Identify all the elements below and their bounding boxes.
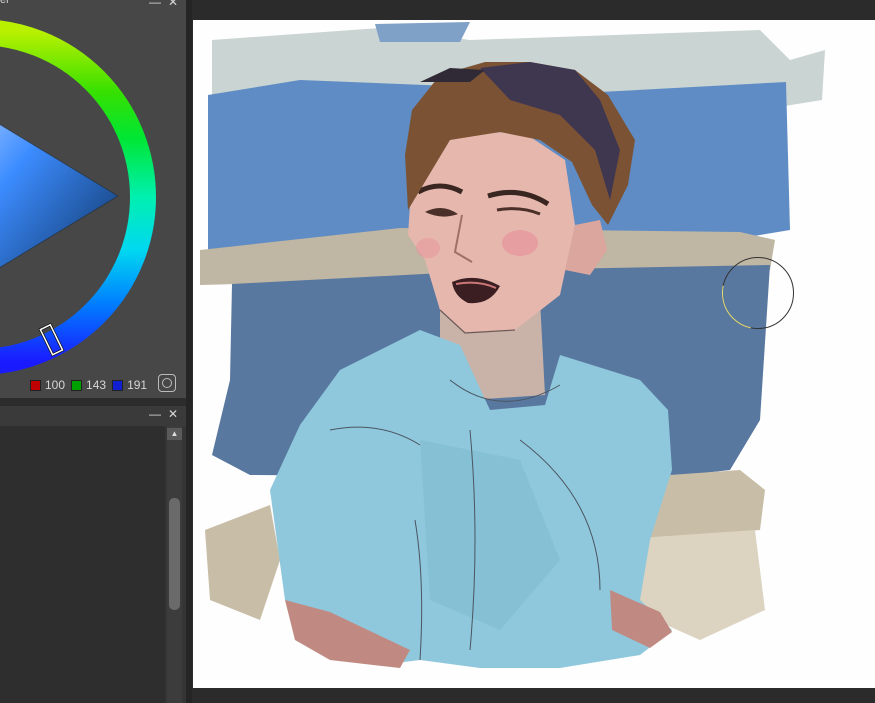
rgb-readout: 100 143 191 xyxy=(30,378,153,392)
painting-artwork xyxy=(200,22,825,668)
scroll-up-icon[interactable]: ▲ xyxy=(167,428,182,440)
green-value: 143 xyxy=(71,378,106,392)
scrollbar[interactable]: ▲ xyxy=(167,426,182,703)
color-wheel-panel: el — ✕ 100 143 191 xyxy=(0,0,186,398)
minimize-icon[interactable]: — xyxy=(148,407,162,421)
lower-panel-body xyxy=(0,426,165,703)
panel-separator xyxy=(0,398,186,406)
scrollbar-thumb[interactable] xyxy=(169,498,180,610)
brush-cursor-icon xyxy=(722,257,794,329)
drawing-canvas[interactable] xyxy=(193,20,875,688)
color-wheel[interactable] xyxy=(0,0,186,375)
close-icon[interactable]: ✕ xyxy=(166,407,180,421)
left-dock: el — ✕ 100 143 191 — ✕ ▲ xyxy=(0,0,186,703)
lower-panel-header: — ✕ xyxy=(0,406,186,426)
blue-value: 191 xyxy=(112,378,147,392)
red-value: 100 xyxy=(30,378,65,392)
settings-icon[interactable] xyxy=(158,374,176,392)
